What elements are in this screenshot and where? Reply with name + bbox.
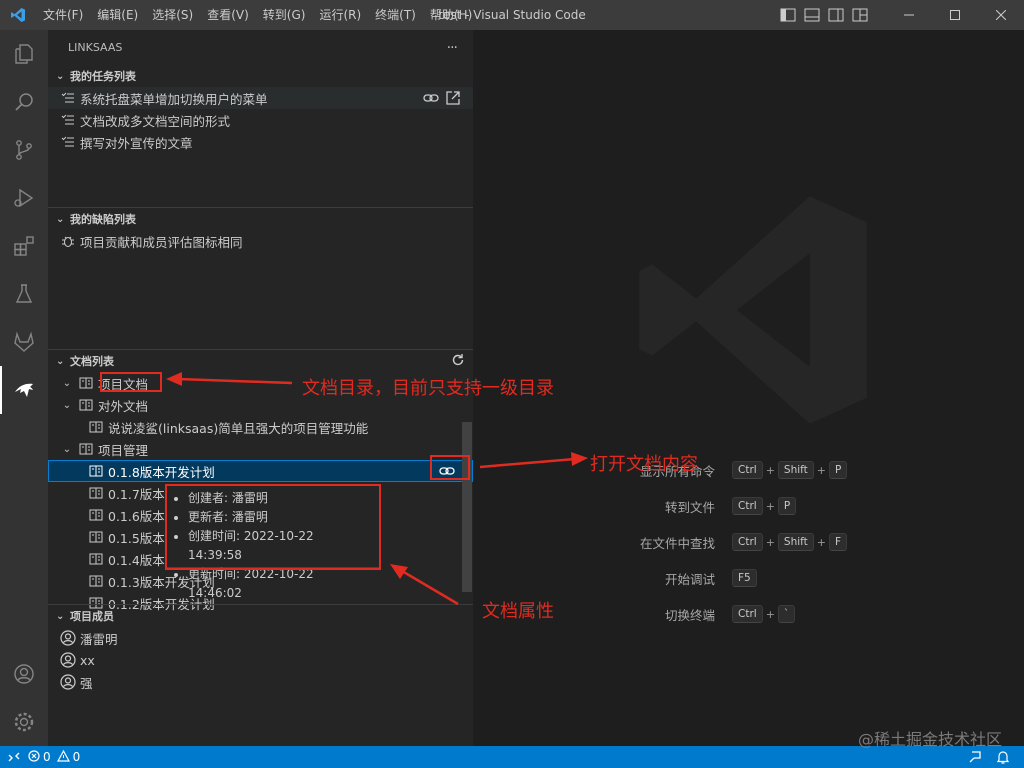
arrow-to-properties: [390, 564, 459, 606]
arrow-to-folder: [166, 372, 293, 386]
open-doc-annotation: 打开文档内容: [590, 454, 698, 475]
doc-props-annotation: 文档属性: [482, 601, 554, 622]
watermark-text: @稀土掘金技术社区: [857, 730, 1002, 749]
arrow-to-open-doc: [479, 452, 588, 469]
doc-dir-annotation: 文档目录，目前只支持一级目录: [302, 378, 554, 399]
